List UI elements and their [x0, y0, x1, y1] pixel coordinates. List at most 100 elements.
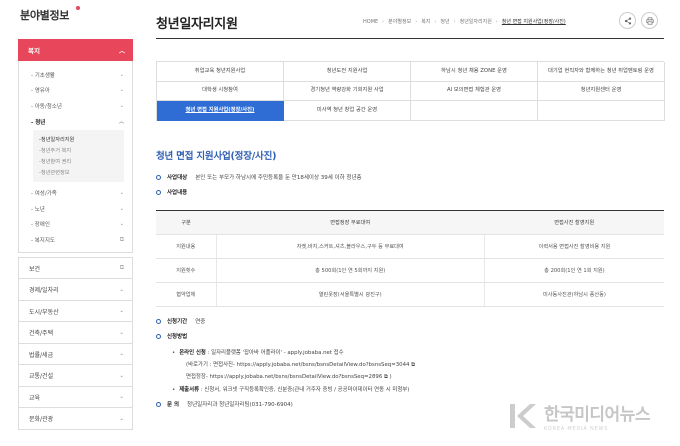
sidebar-header-welfare[interactable]: 복지 ︿ — [18, 39, 133, 61]
contact-text: 청년일자리과 청년일자리팀(031-790-6904) — [187, 402, 293, 408]
share-icon — [624, 16, 631, 25]
bullet-icon — [156, 189, 161, 195]
chevron-down-icon: ⌄ — [119, 394, 124, 400]
sidebar-item-youth[interactable]: - 청년 ︿ — [19, 114, 132, 130]
sidebar-nested-youth: - 청년일자리지원 - 청년주거 복지 - 청년참여 권리 - 청년관련정보 — [33, 130, 124, 183]
tab-program[interactable]: 청년도전 지원사업 — [284, 62, 411, 82]
sidebar-nested-item[interactable]: - 청년주거 복지 — [39, 145, 124, 156]
bullet-icon — [156, 333, 161, 339]
breadcrumb-item[interactable]: 복지 — [421, 18, 430, 25]
target-text: 본인 또는 부모가 하남시에 주민등록을 둔 만18세이상 39세 이하 청년층 — [195, 175, 362, 181]
table-cell: 협약업체 — [156, 282, 216, 307]
tab-program[interactable]: 대학생 시청참여 — [157, 81, 284, 101]
sidebar-nested-item[interactable]: - 청년일자리지원 — [39, 134, 124, 145]
table-cell: 총 500회(1인 연 5회까지 지원) — [215, 258, 485, 283]
target-label: 사업대상 — [167, 175, 188, 181]
breadcrumb-current[interactable]: 청년 면접 지원사업(정장/사진) — [502, 18, 566, 25]
sidebar-group-culture[interactable]: 문화/관광 ⌄ — [18, 407, 133, 430]
external-link-icon: ⧉ — [383, 374, 388, 380]
content-label: 사업내용 — [167, 190, 188, 196]
print-button[interactable] — [641, 12, 658, 29]
breadcrumb-item[interactable]: 분야별정보 — [388, 18, 411, 25]
sidebar-group-health[interactable]: 보건 ⧉ — [18, 256, 133, 280]
sidebar-item-basic-living[interactable]: - 기초생활 ⌄ — [19, 67, 132, 83]
chevron-down-icon: ⌄ — [119, 87, 124, 94]
page-title: 청년일자리지원 — [156, 17, 238, 32]
docs-text: : 신청서, 워크넷 구직등록확인증, 신분증(관내 거주자 증빙 / 공공마이… — [200, 387, 410, 393]
sidebar-header-label: 복지 — [28, 47, 40, 55]
table-header: 면접정장 무료대여 — [216, 210, 485, 235]
print-icon — [645, 16, 654, 25]
table-cell: 미사동사진관(하남시 풍산동) — [483, 282, 664, 307]
breadcrumb: HOME › 분야별정보 › 복지 › 청년 › 청년일자리지원 › 청년 면접 지원사업… — [363, 18, 566, 26]
photo-link[interactable]: (바로가기 : 면접사진- https://apply.jobaba.net/b… — [186, 362, 411, 368]
tab-program-active[interactable]: 청년 면접 지원사업(정장/사진) — [157, 101, 284, 121]
chevron-down-icon: ⌄ — [119, 286, 124, 293]
table-cell: 자켓,바지,스커트,셔츠,블라우스,구두 등 무료대여 — [215, 234, 485, 259]
watermark-logo-icon — [508, 400, 540, 432]
table-header-row: 구분 면접정장 무료대여 면접사진 촬영지원 — [156, 210, 664, 235]
sidebar-item-women-family[interactable]: - 여성/가족 ⌄ — [19, 185, 132, 201]
sidebar-group-housing[interactable]: 건축/주택 ⌄ — [18, 321, 133, 344]
sidebar-group-education[interactable]: 교육 ⌄ — [18, 385, 133, 409]
method-label: 신청방법 — [167, 334, 188, 340]
program-tabs: 취업교육 청년지원사업 청년도전 지원사업 하남시 청년 채용 ZONE 운영 … — [156, 61, 665, 121]
tab-program[interactable]: 청년지원센터 운영 — [538, 81, 665, 101]
chevron-down-icon: ⌄ — [119, 221, 124, 228]
suit-link[interactable]: 면접정장- https://apply.jobaba.net/bsns/bsns… — [186, 374, 384, 380]
sidebar-item-infants[interactable]: - 영유아 ⌄ — [19, 83, 132, 99]
table-row: 지원내용 자켓,바지,스커트,셔츠,블라우스,구두 등 무료대여 이력서용 면접… — [156, 234, 664, 259]
breadcrumb-item[interactable]: 청년일자리지원 — [460, 18, 492, 25]
chevron-down-icon: ⌄ — [119, 71, 124, 78]
sidebar-item-disabled[interactable]: - 장애인 ⌄ — [19, 217, 132, 233]
table-cell: 총 200회(1인 연 1회 지원) — [483, 258, 664, 283]
chevron-down-icon: ⌄ — [119, 351, 124, 357]
table-header: 구분 — [156, 210, 216, 235]
online-label: 온라인 신청 — [179, 350, 206, 356]
table-cell: 지원내용 — [156, 234, 216, 259]
watermark-title: 한국미디어뉴스 — [544, 405, 650, 425]
site-brand[interactable]: 분야별정보 — [20, 7, 69, 23]
tab-program[interactable]: 경기청년 역량강화 기회지원 사업 — [284, 81, 411, 101]
tab-program[interactable]: 취업교육 청년지원사업 — [157, 62, 284, 82]
breadcrumb-item[interactable]: 청년 — [440, 18, 449, 25]
sidebar-group-transport[interactable]: 교통/건설 ⌄ — [18, 364, 133, 387]
chevron-up-icon: ︿ — [118, 47, 125, 55]
program-table: 구분 면접정장 무료대여 면접사진 촬영지원 지원내용 자켓,바지,스커트,셔츠… — [156, 210, 664, 307]
chevron-down-icon: ⌄ — [119, 205, 124, 212]
share-button[interactable] — [619, 12, 636, 29]
sidebar-group-city[interactable]: 도시/부동산 ⌄ — [18, 299, 133, 323]
photo-link-line: (바로가기 : 면접사진- https://apply.jobaba.net/b… — [186, 360, 415, 369]
target-row: 사업대상 본인 또는 부모가 하남시에 주민등록을 둔 만18세이상 39세 이… — [156, 173, 362, 181]
sidebar-item-elderly[interactable]: - 노년 ⌄ — [19, 201, 132, 217]
sidebar-nested-item[interactable]: - 청년관련정보 — [39, 167, 124, 178]
watermark-subtitle: KOREA MEDIA NEWS — [544, 426, 609, 432]
docs-line: • 제출서류 : 신청서, 워크넷 구직등록확인증, 신분증(관내 거주자 증빙 … — [172, 387, 410, 393]
sidebar-item-welfare-map[interactable]: - 복지지도 ⧉ — [19, 232, 132, 248]
watermark: 한국미디어뉴스 KOREA MEDIA NEWS — [508, 400, 650, 432]
sidebar-item-children[interactable]: - 아동/청소년 ⌄ — [19, 98, 132, 114]
sidebar-group-law-tax[interactable]: 법률/세금 ⌄ — [18, 342, 133, 366]
tab-empty — [411, 101, 538, 121]
tab-empty — [538, 101, 665, 121]
tab-program[interactable]: AI 모의면접 체험관 운영 — [411, 81, 538, 101]
content-row: 사업내용 — [156, 188, 195, 196]
tab-program[interactable]: 미사역 청년 창업 공간 운영 — [284, 101, 411, 121]
table-cell: 지원횟수 — [156, 258, 216, 283]
chevron-down-icon: ⌄ — [119, 372, 124, 379]
chevron-down-icon: ⌄ — [119, 308, 124, 314]
chevron-down-icon: ⌄ — [119, 102, 124, 109]
section-title: 청년 면접 지원사업(정장/사진) — [156, 151, 277, 162]
tab-program[interactable]: 대기업 현직자와 함께하는 청년 취업멘토링 운영 — [538, 62, 665, 82]
bullet-icon — [156, 174, 161, 180]
breadcrumb-home[interactable]: HOME — [363, 19, 378, 25]
sidebar-group-economy[interactable]: 경제/일자리 ⌄ — [18, 278, 133, 301]
chevron-down-icon: ⌄ — [119, 415, 124, 422]
method-row: 신청방법 — [156, 332, 195, 340]
chevron-down-icon: ⌄ — [119, 190, 124, 197]
table-header: 면접사진 촬영지원 — [484, 210, 664, 235]
chevron-up-icon: ︿ — [118, 119, 124, 126]
tab-program[interactable]: 하남시 청년 채용 ZONE 운영 — [411, 62, 538, 82]
sidebar-nested-item[interactable]: - 청년참여 권리 — [39, 156, 124, 167]
external-link-icon: ⧉ — [119, 264, 124, 271]
